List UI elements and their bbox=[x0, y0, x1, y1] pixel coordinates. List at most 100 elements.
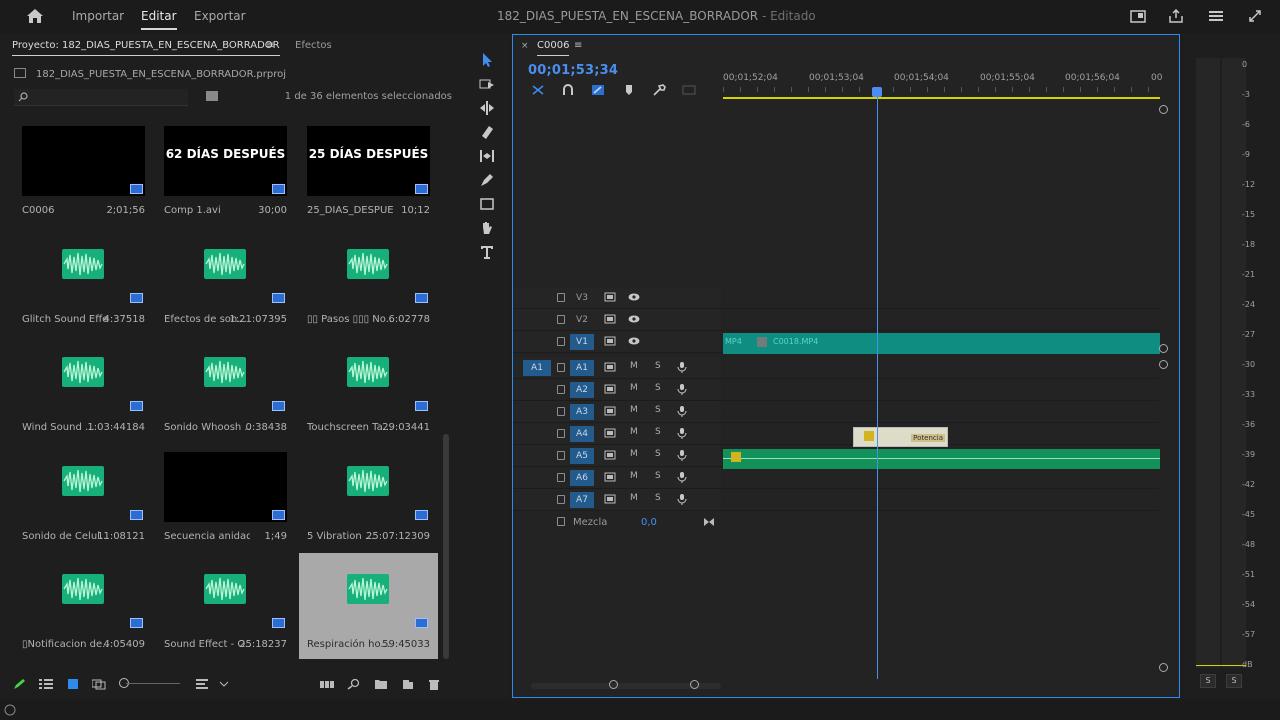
lock-icon[interactable] bbox=[557, 315, 565, 324]
sync-lock-icon[interactable] bbox=[604, 314, 616, 324]
new-bin-icon[interactable] bbox=[374, 678, 388, 690]
microphone-icon[interactable] bbox=[676, 493, 688, 505]
audio-thumbnail[interactable] bbox=[22, 343, 145, 413]
home-icon[interactable] bbox=[26, 8, 44, 24]
audio-thumbnail[interactable] bbox=[307, 235, 430, 305]
pen-tool-icon[interactable] bbox=[479, 172, 495, 188]
snap-icon[interactable] bbox=[561, 84, 575, 96]
lock-icon[interactable] bbox=[557, 385, 565, 394]
microphone-icon[interactable] bbox=[676, 427, 688, 439]
workspaces-menu-icon[interactable] bbox=[1208, 8, 1224, 24]
tab-effects[interactable]: Efectos bbox=[295, 40, 332, 51]
add-marker-icon[interactable] bbox=[622, 84, 636, 96]
sync-lock-icon[interactable] bbox=[604, 362, 616, 372]
sync-lock-icon[interactable] bbox=[604, 472, 616, 482]
eye-icon[interactable] bbox=[628, 336, 640, 346]
vertical-scroll-bottom[interactable] bbox=[1159, 663, 1168, 672]
zoom-slider-track[interactable] bbox=[126, 683, 180, 684]
project-scrollbar[interactable] bbox=[443, 434, 449, 659]
playhead-handle[interactable] bbox=[872, 87, 882, 97]
list-view-icon[interactable] bbox=[39, 678, 53, 690]
mute-button[interactable]: M bbox=[630, 383, 638, 393]
track-name[interactable]: V3 bbox=[570, 290, 594, 306]
track-name[interactable]: A5 bbox=[570, 448, 594, 464]
mute-button[interactable]: M bbox=[630, 449, 638, 459]
share-icon[interactable] bbox=[1168, 8, 1184, 24]
sequence-menu-icon[interactable]: ≡ bbox=[574, 40, 582, 51]
freeform-view-icon[interactable] bbox=[92, 678, 106, 690]
video-thumbnail[interactable]: 62 DÍAS DESPUÉS bbox=[164, 126, 287, 196]
solo-button[interactable]: S bbox=[655, 449, 661, 459]
solo-button[interactable]: S bbox=[655, 405, 661, 415]
project-item[interactable]: ▯Notificacion de... 4:05409 bbox=[14, 553, 153, 659]
trash-icon[interactable] bbox=[427, 678, 441, 690]
track-lane[interactable] bbox=[723, 379, 1159, 400]
volume-rubberband[interactable] bbox=[723, 458, 1160, 459]
project-search[interactable] bbox=[14, 89, 188, 106]
audio-thumbnail[interactable] bbox=[164, 343, 287, 413]
project-item[interactable]: Sonido de Celul... 11:08121 bbox=[14, 445, 153, 553]
project-item[interactable]: 5 Vibration ... 25:07:12309 bbox=[299, 445, 438, 553]
project-item[interactable]: Wind Sound ... 1:03:44184 bbox=[14, 336, 153, 444]
track-name[interactable]: A7 bbox=[570, 492, 594, 508]
sync-lock-icon[interactable] bbox=[604, 428, 616, 438]
sort-icon[interactable] bbox=[196, 678, 210, 690]
eye-icon[interactable] bbox=[628, 314, 640, 324]
track-name[interactable]: A2 bbox=[570, 382, 594, 398]
vertical-scroll-top[interactable] bbox=[1159, 105, 1168, 114]
go-to-end-icon[interactable] bbox=[703, 517, 715, 527]
audio-clip-a4[interactable]: Potencia bbox=[853, 427, 948, 447]
microphone-icon[interactable] bbox=[676, 361, 688, 373]
playhead-timecode[interactable]: 00;01;53;34 bbox=[528, 63, 618, 78]
sync-lock-icon[interactable] bbox=[604, 450, 616, 460]
mute-button[interactable]: M bbox=[630, 405, 638, 415]
sync-lock-icon[interactable] bbox=[604, 292, 616, 302]
project-item[interactable]: Sonido Whoosh ... 0:38438 bbox=[156, 336, 295, 444]
sync-lock-icon[interactable] bbox=[604, 494, 616, 504]
type-tool-icon[interactable] bbox=[479, 244, 495, 260]
source-patch[interactable]: A1 bbox=[523, 360, 551, 376]
solo-left-button[interactable]: S bbox=[1200, 674, 1216, 688]
tab-project[interactable]: Proyecto: 182_DIAS_PUESTA_EN_ESCENA_BORR… bbox=[12, 40, 280, 56]
ripple-edit-tool-icon[interactable] bbox=[479, 100, 495, 116]
microphone-icon[interactable] bbox=[676, 471, 688, 483]
project-item[interactable]: Glitch Sound Effe...4:37518 bbox=[14, 228, 153, 336]
project-item[interactable]: C0006 2;01;56 bbox=[14, 119, 153, 227]
close-sequence-icon[interactable]: × bbox=[521, 41, 529, 51]
track-name[interactable]: A4 bbox=[570, 426, 594, 442]
solo-button[interactable]: S bbox=[655, 493, 661, 503]
lock-icon[interactable] bbox=[557, 473, 565, 482]
microphone-icon[interactable] bbox=[676, 449, 688, 461]
project-item[interactable]: 25 DÍAS DESPUÉS 25_DIAS_DESPUES... 10;12 bbox=[299, 119, 438, 227]
lock-icon[interactable] bbox=[557, 363, 565, 372]
time-ruler[interactable]: 00;01;52;04 00;01;53;04 00;01;54;04 00;01;5… bbox=[723, 65, 1171, 101]
track-name[interactable]: A1 bbox=[570, 360, 594, 376]
menu-tab-import[interactable]: Importar bbox=[72, 9, 124, 23]
new-bin-from-search-icon[interactable] bbox=[206, 91, 218, 101]
automate-to-sequence-icon[interactable] bbox=[320, 678, 334, 690]
menu-tab-edit[interactable]: Editar bbox=[141, 9, 177, 30]
linked-selection-icon[interactable] bbox=[591, 84, 605, 96]
lock-icon[interactable] bbox=[557, 429, 565, 438]
audio-thumbnail[interactable] bbox=[164, 560, 287, 630]
project-item[interactable]: ▯▯ Pasos ▯▯▯ No... 6:02778 bbox=[299, 228, 438, 336]
solo-button[interactable]: S bbox=[655, 383, 661, 393]
horizontal-scroll-right-knob[interactable] bbox=[690, 680, 699, 689]
search-input[interactable] bbox=[34, 89, 184, 104]
video-clip-c0018[interactable]: MP4 C0018.MP4 bbox=[723, 333, 1160, 354]
sync-lock-icon[interactable] bbox=[604, 406, 616, 416]
video-thumbnail[interactable] bbox=[22, 126, 145, 196]
timeline-settings-icon[interactable] bbox=[652, 84, 666, 96]
hand-tool-icon[interactable] bbox=[479, 220, 495, 236]
track-lane[interactable] bbox=[723, 489, 1159, 510]
eye-icon[interactable] bbox=[628, 292, 640, 302]
find-icon[interactable] bbox=[347, 678, 361, 690]
sync-lock-icon[interactable] bbox=[604, 384, 616, 394]
audio-thumbnail[interactable] bbox=[164, 235, 287, 305]
audio-thumbnail[interactable] bbox=[307, 452, 430, 522]
audio-clip-a5[interactable] bbox=[723, 449, 1160, 469]
audio-thumbnail[interactable] bbox=[22, 235, 145, 305]
video-thumbnail[interactable] bbox=[164, 452, 287, 522]
work-area-bar[interactable] bbox=[723, 97, 1160, 99]
solo-button[interactable]: S bbox=[655, 361, 661, 371]
